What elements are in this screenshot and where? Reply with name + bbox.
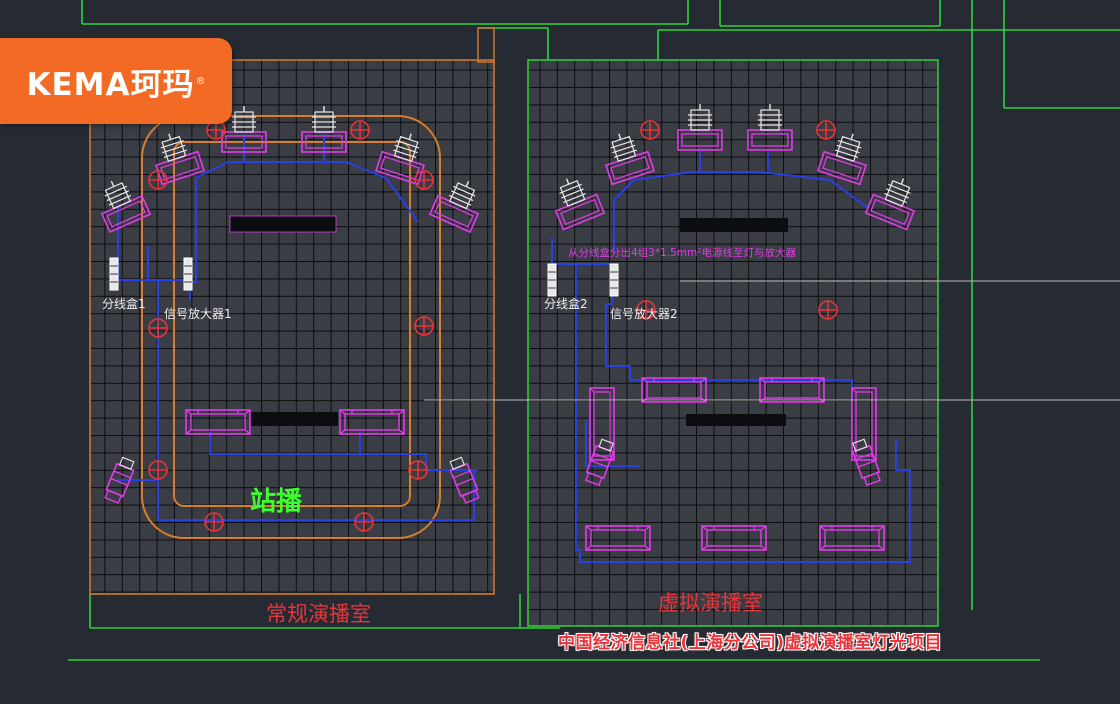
logo-registered-mark: ®	[195, 75, 206, 87]
junction-box-icon	[547, 263, 557, 297]
logo-text: KEMA珂玛	[26, 66, 195, 103]
regular-studio-backdrop-bar-top	[229, 215, 337, 233]
circle-cross-icon	[414, 316, 434, 336]
regular-zone-label: 站播	[250, 487, 303, 517]
circle-cross-icon	[640, 120, 660, 140]
circle-cross-icon	[148, 318, 168, 338]
circle-cross-icon	[818, 300, 838, 320]
regular-studio-inner-wall	[477, 27, 495, 63]
junction-box-icon	[183, 257, 193, 291]
circle-cross-icon	[408, 460, 428, 480]
kema-logo: KEMA珂玛 ®	[0, 38, 232, 124]
circle-cross-icon	[816, 120, 836, 140]
circle-cross-icon	[148, 170, 168, 190]
virtual-studio-backdrop-bar-top	[680, 218, 788, 232]
project-caption: 中国经济信息社(上海分公司)虚拟演播室灯光项目	[558, 633, 943, 653]
virtual-amplifier-label: 信号放大器2	[610, 306, 678, 321]
regular-studio-backdrop-bar-bottom	[250, 412, 338, 426]
junction-box-icon	[609, 263, 619, 297]
virtual-studio-floor	[528, 60, 938, 626]
circle-cross-icon	[204, 512, 224, 532]
circle-cross-icon	[414, 170, 434, 190]
circle-cross-icon	[354, 512, 374, 532]
junction-box-icon	[109, 257, 119, 291]
regular-studio-title: 常规演播室	[266, 602, 371, 626]
circle-cross-icon	[148, 460, 168, 480]
virtual-studio-title: 虚拟演播室	[658, 591, 763, 615]
regular-amplifier-label: 信号放大器1	[164, 306, 232, 321]
virtual-junction-box-label: 分线盒2	[544, 296, 588, 311]
circle-cross-icon	[350, 120, 370, 140]
regular-junction-box-label: 分线盒1	[102, 296, 146, 311]
virtual-studio-backdrop-bar-bottom	[686, 414, 786, 426]
virtual-cable-note: 从分线盒分出4组3*1.5mm²电源线至灯与放大器	[568, 246, 796, 259]
